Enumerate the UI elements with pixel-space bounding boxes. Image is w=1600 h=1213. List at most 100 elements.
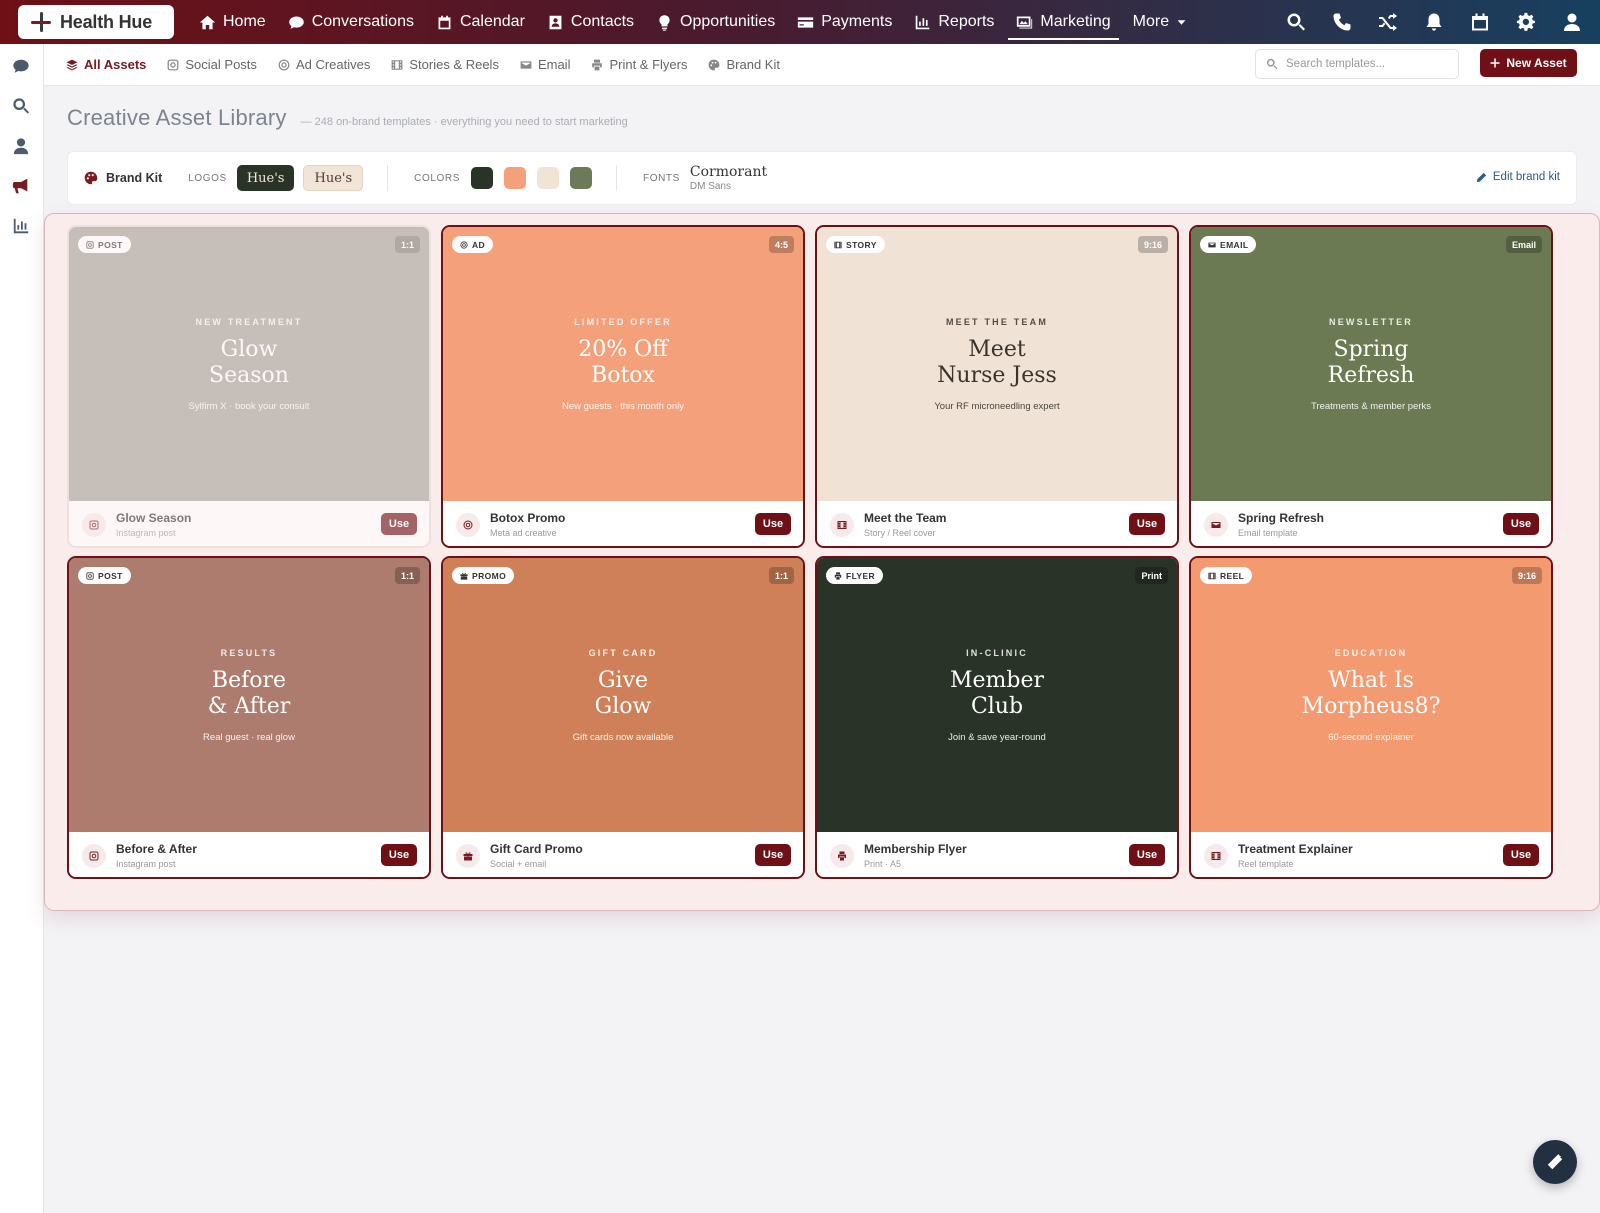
- preview-subline: Join & save year-round: [948, 731, 1046, 743]
- nav-item-more[interactable]: More: [1122, 0, 1198, 44]
- color-swatch[interactable]: [569, 167, 592, 189]
- asset-type-icon: [456, 843, 480, 868]
- secondary-font: DM Sans: [689, 181, 731, 192]
- magic-wand-fab[interactable]: [1533, 1140, 1577, 1184]
- page-title: Creative Asset Library: [67, 105, 287, 130]
- logo-light-variant[interactable]: Hue's: [303, 165, 364, 191]
- use-template-button[interactable]: Use: [1129, 513, 1165, 535]
- header-notifications-button[interactable]: [1424, 12, 1444, 32]
- pencil-icon: [1476, 172, 1487, 182]
- tab-stories-reels[interactable]: Stories & Reels: [391, 57, 499, 72]
- header-profile-button[interactable]: [1562, 12, 1582, 32]
- asset-preview[interactable]: FLYER Print IN-CLINIC Member Club Join & sav…: [817, 558, 1177, 832]
- new-asset-button[interactable]: New Asset: [1480, 49, 1577, 77]
- nav-item-contacts[interactable]: Contacts: [536, 0, 645, 44]
- asset-format: Story / Reel cover: [864, 528, 936, 538]
- preview-kicker: NEWSLETTER: [1329, 316, 1413, 327]
- use-template-button[interactable]: Use: [755, 844, 791, 866]
- use-template-button[interactable]: Use: [1129, 844, 1165, 866]
- tab-all-assets[interactable]: All Assets: [66, 57, 146, 72]
- tab-brand-kit[interactable]: Brand Kit: [708, 57, 780, 72]
- color-swatch[interactable]: [470, 167, 493, 189]
- rail-reports[interactable]: [12, 217, 32, 237]
- nav-item-conversations[interactable]: Conversations: [277, 0, 425, 44]
- nav-item-calendar[interactable]: Calendar: [425, 0, 536, 44]
- nav-item-reports[interactable]: Reports: [903, 0, 1005, 44]
- asset-name: Botox Promo: [490, 511, 566, 525]
- rail-contacts[interactable]: [12, 137, 32, 157]
- asset-preview[interactable]: EMAIL Email NEWSLETTER Spring Refresh Treatm…: [1191, 227, 1551, 501]
- asset-preview[interactable]: REEL 9:16 EDUCATION What Is Morpheus8? 60-se…: [1191, 558, 1551, 832]
- tab-label: Email: [537, 57, 571, 72]
- color-swatch[interactable]: [503, 167, 526, 189]
- edit-brand-kit-link[interactable]: Edit brand kit: [1476, 171, 1560, 183]
- user-icon: [1564, 13, 1580, 31]
- tab-ad-creatives[interactable]: Ad Creatives: [278, 57, 370, 72]
- asset-preview[interactable]: STORY 9:16 MEET THE TEAM Meet Nurse Jess You…: [817, 227, 1177, 501]
- asset-card[interactable]: REEL 9:16 EDUCATION What Is Morpheus8? 60-se…: [1189, 556, 1553, 879]
- tab-print-flyers[interactable]: Print & Flyers: [591, 57, 687, 72]
- asset-preview[interactable]: PROMO 1:1 GIFT CARD Give Glow Gift cards now…: [443, 558, 803, 832]
- search-icon: [1287, 13, 1305, 31]
- asset-card[interactable]: STORY 9:16 MEET THE TEAM Meet Nurse Jess You…: [815, 225, 1179, 548]
- asset-preview[interactable]: AD 4:5 LIMITED OFFER 20% Off Botox New guest…: [443, 227, 803, 501]
- use-template-button[interactable]: Use: [1503, 844, 1539, 866]
- app-logo[interactable]: Health Hue: [18, 5, 174, 39]
- asset-card[interactable]: FLYER Print IN-CLINIC Member Club Join & sav…: [815, 556, 1179, 879]
- preview-subline: Real guest · real glow: [203, 731, 295, 743]
- preview-headline: What Is Morpheus8?: [1301, 667, 1441, 719]
- magic-wand-icon: [1547, 1153, 1563, 1170]
- aspect-ratio-tag: 4:5: [768, 236, 794, 253]
- primary-font: Cormorant: [689, 164, 768, 180]
- header-search-button[interactable]: [1286, 12, 1306, 32]
- asset-grid: POST 1:1 NEW TREATMENT Glow Season Sylfirm X…: [44, 213, 1600, 911]
- nav-item-payments[interactable]: Payments: [786, 0, 903, 44]
- asset-card[interactable]: PROMO 1:1 GIFT CARD Give Glow Gift cards now…: [441, 556, 805, 879]
- use-template-button[interactable]: Use: [381, 844, 417, 866]
- use-template-button[interactable]: Use: [1503, 513, 1539, 535]
- image-icon: [1017, 16, 1033, 28]
- header-shuffle-button[interactable]: [1378, 12, 1398, 32]
- header-phone-button[interactable]: [1332, 12, 1352, 32]
- asset-preview[interactable]: POST 1:1 NEW TREATMENT Glow Season Sylfirm X…: [69, 227, 429, 501]
- nav-item-home[interactable]: Home: [188, 0, 277, 44]
- nav-item-marketing[interactable]: Marketing: [1005, 0, 1121, 44]
- nav-label-payments: Payments: [821, 13, 893, 30]
- color-swatch[interactable]: [536, 167, 559, 189]
- aspect-ratio-tag: Email: [1505, 236, 1542, 253]
- lightbulb-icon: [659, 14, 670, 31]
- film-icon: [1211, 851, 1221, 860]
- asset-type-icon: [830, 843, 854, 868]
- asset-card[interactable]: AD 4:5 LIMITED OFFER 20% Off Botox New guest…: [441, 225, 805, 548]
- brand-kit-title: Brand Kit: [84, 171, 162, 185]
- instagram-icon: [89, 851, 99, 860]
- search-input[interactable]: [1286, 58, 1446, 70]
- logo-dark-variant[interactable]: Hue's: [236, 165, 295, 191]
- preview-subline: Gift cards now available: [572, 731, 674, 743]
- rail-marketing[interactable]: [12, 177, 32, 197]
- aspect-ratio-tag: 9:16: [1137, 236, 1168, 253]
- asset-footer: Spring Refresh Email template Use: [1191, 501, 1551, 546]
- asset-preview[interactable]: POST 1:1 RESULTS Before & After Real guest ·…: [69, 558, 429, 832]
- chat-bubble-icon: [13, 59, 29, 73]
- preview-headline: Spring Refresh: [1327, 336, 1415, 388]
- asset-type-badge: EMAIL: [1200, 236, 1257, 253]
- preview-headline: Before & After: [207, 667, 291, 719]
- asset-card[interactable]: EMAIL Email NEWSLETTER Spring Refresh Treatm…: [1189, 225, 1553, 548]
- rail-search[interactable]: [12, 97, 32, 117]
- header-settings-button[interactable]: [1516, 12, 1536, 32]
- header-calendar-button[interactable]: [1470, 12, 1490, 32]
- nav-label-opportunities: Opportunities: [680, 13, 776, 30]
- page-header: Creative Asset Library — 248 on-brand te…: [67, 105, 628, 131]
- tab-email[interactable]: Email: [520, 57, 571, 72]
- use-template-button[interactable]: Use: [381, 513, 417, 535]
- tab-social-posts[interactable]: Social Posts: [167, 57, 257, 72]
- brand-kit-bar: Brand Kit LOGOS Hue's Hue's COLORS FONTS…: [67, 151, 1577, 205]
- asset-card[interactable]: POST 1:1 RESULTS Before & After Real guest ·…: [67, 556, 431, 879]
- use-template-button[interactable]: Use: [755, 513, 791, 535]
- asset-type-icon: [82, 512, 106, 537]
- asset-card[interactable]: POST 1:1 NEW TREATMENT Glow Season Sylfirm X…: [67, 225, 431, 548]
- asset-footer: Glow Season Instagram post Use: [69, 501, 429, 546]
- rail-conversations[interactable]: [12, 57, 32, 77]
- nav-item-opportunities[interactable]: Opportunities: [645, 0, 786, 44]
